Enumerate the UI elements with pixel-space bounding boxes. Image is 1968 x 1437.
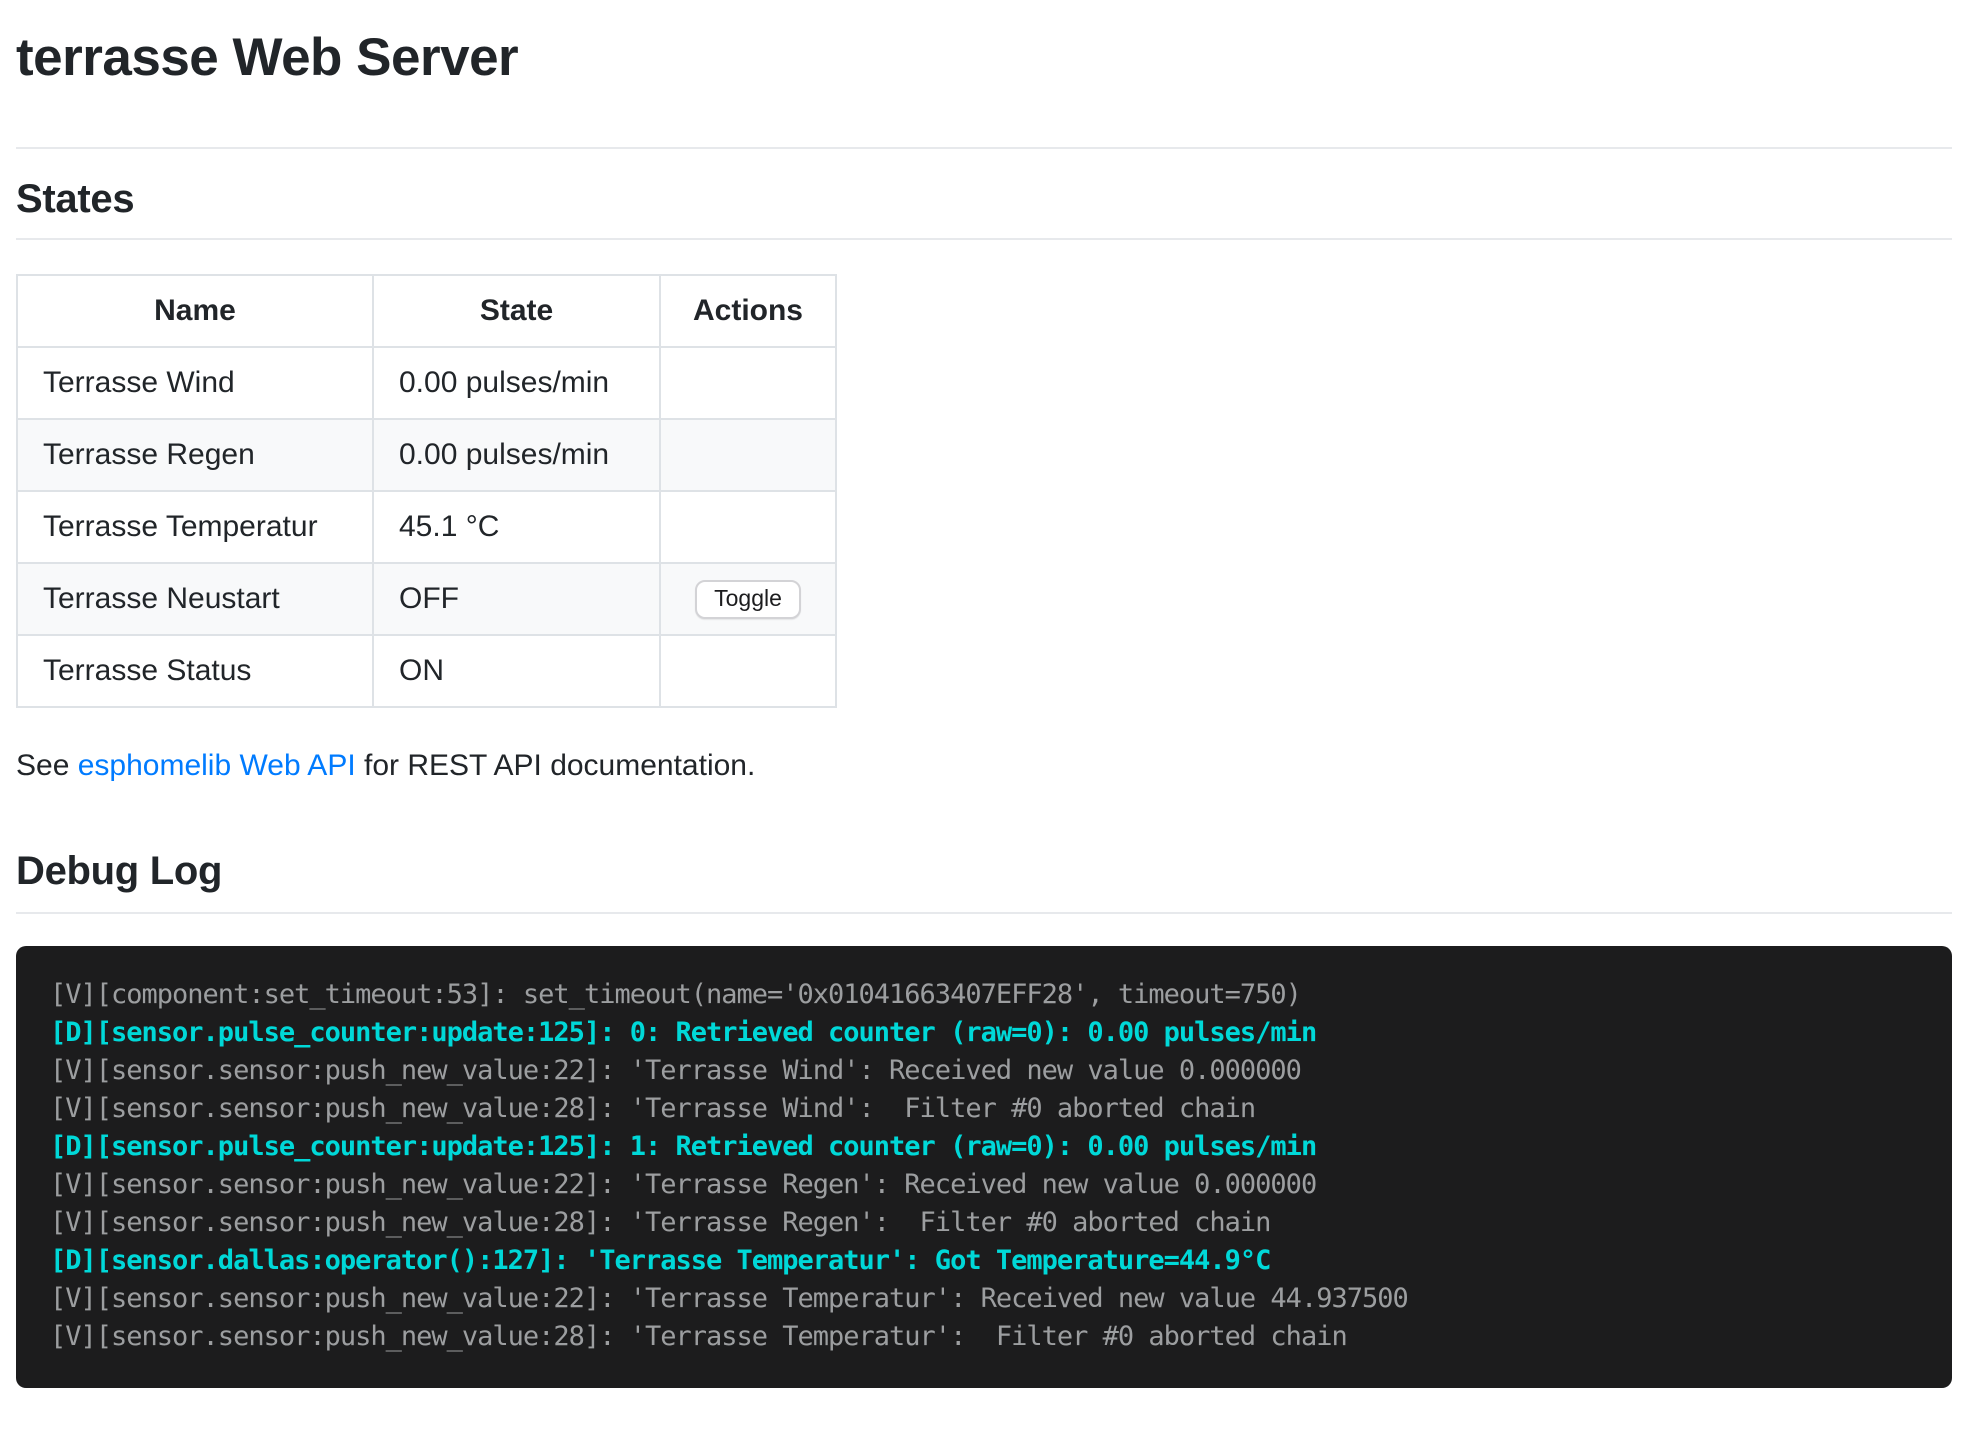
name-cell: Terrasse Wind (17, 347, 373, 419)
api-note: See esphomelib Web API for REST API docu… (16, 748, 1952, 784)
log-line: [D][sensor.pulse_counter:update:125]: 0:… (50, 1014, 1918, 1052)
table-row: Terrasse StatusON (17, 635, 836, 707)
page: { "page": { "title": "terrasse Web Serve… (0, 25, 1968, 1437)
header-row: NameStateActions (17, 275, 836, 347)
table-row: Terrasse NeustartOFF Toggle (17, 563, 836, 635)
column-header-actions: Actions (660, 275, 836, 347)
state-cell: 45.1 °C (373, 491, 660, 563)
states-table: NameStateActions Terrasse Wind0.00 pulse… (16, 274, 837, 708)
column-header-name: Name (17, 275, 373, 347)
log-line: [V][sensor.sensor:push_new_value:22]: 'T… (50, 1280, 1918, 1318)
name-cell: Terrasse Neustart (17, 563, 373, 635)
actions-cell (660, 419, 836, 491)
log-line: [V][sensor.sensor:push_new_value:28]: 'T… (50, 1090, 1918, 1128)
debug-log-heading: Debug Log (16, 846, 1952, 896)
states-table-header: NameStateActions (17, 275, 836, 347)
main-content: terrasse Web Server States NameStateActi… (0, 25, 1968, 1388)
debug-divider (16, 912, 1952, 914)
states-table-body: Terrasse Wind0.00 pulses/minTerrasse Reg… (17, 347, 836, 707)
actions-cell (660, 635, 836, 707)
api-note-prefix: See (16, 749, 78, 782)
table-row: Terrasse Temperatur45.1 °C (17, 491, 836, 563)
name-cell: Terrasse Regen (17, 419, 373, 491)
log-line: [V][sensor.sensor:push_new_value:22]: 'T… (50, 1166, 1918, 1204)
table-row: Terrasse Regen0.00 pulses/min (17, 419, 836, 491)
toggle-button[interactable]: Toggle (695, 580, 801, 619)
log-line: [V][sensor.sensor:push_new_value:22]: 'T… (50, 1052, 1918, 1090)
log-line: [V][component:set_timeout:53]: set_timeo… (50, 976, 1918, 1014)
page-title: terrasse Web Server (16, 25, 1952, 91)
states-divider (16, 238, 1952, 240)
log-line: [V][sensor.sensor:push_new_value:28]: 'T… (50, 1204, 1918, 1242)
actions-cell: Toggle (660, 563, 836, 635)
name-cell: Terrasse Temperatur (17, 491, 373, 563)
log-line: [V][sensor.sensor:push_new_value:28]: 'T… (50, 1318, 1918, 1356)
log-line: [D][sensor.dallas:operator():127]: 'Terr… (50, 1242, 1918, 1280)
log-line: [D][sensor.pulse_counter:update:125]: 1:… (50, 1128, 1918, 1166)
table-row: Terrasse Wind0.00 pulses/min (17, 347, 836, 419)
state-cell: OFF (373, 563, 660, 635)
column-header-state: State (373, 275, 660, 347)
actions-cell (660, 491, 836, 563)
title-divider (16, 147, 1952, 149)
api-note-suffix: for REST API documentation. (356, 749, 756, 782)
actions-cell (660, 347, 836, 419)
esphomelib-web-api-link[interactable]: esphomelib Web API (78, 749, 356, 782)
debug-log-panel[interactable]: [V][component:set_timeout:53]: set_timeo… (16, 946, 1952, 1388)
states-heading: States (16, 174, 1952, 224)
state-cell: ON (373, 635, 660, 707)
name-cell: Terrasse Status (17, 635, 373, 707)
state-cell: 0.00 pulses/min (373, 419, 660, 491)
state-cell: 0.00 pulses/min (373, 347, 660, 419)
